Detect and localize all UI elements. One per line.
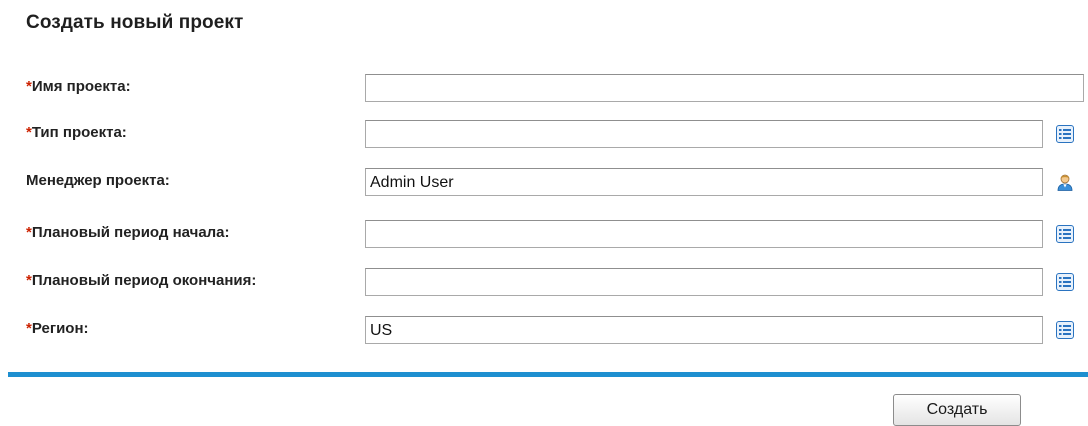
list-icon[interactable] [1056, 225, 1074, 243]
form-row-project-manager: Менеджер проекта: [0, 162, 1088, 202]
planned-start-input[interactable] [365, 220, 1043, 248]
page-title: Создать новый проект [26, 12, 244, 33]
planned-end-input[interactable] [365, 268, 1043, 296]
list-icon[interactable] [1056, 125, 1074, 143]
region-label: *Регион: [26, 320, 89, 337]
region-label-text: Регион: [31, 320, 89, 337]
project-manager-label: Менеджер проекта: [26, 172, 170, 189]
project-manager-label-text: Менеджер проекта: [26, 172, 170, 189]
list-icon[interactable] [1056, 273, 1074, 291]
planned-end-label: *Плановый период окончания: [26, 272, 256, 289]
form-row-project-type: *Тип проекта: [0, 114, 1088, 154]
form-row-project-name: *Имя проекта: [0, 68, 1088, 108]
project-name-input[interactable] [365, 74, 1084, 102]
project-type-label: *Тип проекта: [26, 124, 127, 141]
section-divider [8, 372, 1088, 377]
planned-start-label-text: Плановый период начала: [31, 224, 230, 241]
project-name-label-text: Имя проекта: [31, 78, 131, 95]
planned-end-label-text: Плановый период окончания: [31, 272, 257, 289]
form-row-region: *Регион: [0, 310, 1088, 350]
project-type-input[interactable] [365, 120, 1043, 148]
list-icon[interactable] [1056, 321, 1074, 339]
form-row-planned-end: *Плановый период окончания: [0, 262, 1088, 302]
create-button[interactable]: Создать [893, 394, 1021, 426]
planned-start-label: *Плановый период начала: [26, 224, 230, 241]
user-icon[interactable] [1056, 173, 1074, 191]
project-manager-input[interactable] [365, 168, 1043, 196]
project-name-label: *Имя проекта: [26, 78, 131, 95]
region-input[interactable] [365, 316, 1043, 344]
form-row-planned-start: *Плановый период начала: [0, 214, 1088, 254]
project-type-label-text: Тип проекта: [31, 124, 127, 141]
